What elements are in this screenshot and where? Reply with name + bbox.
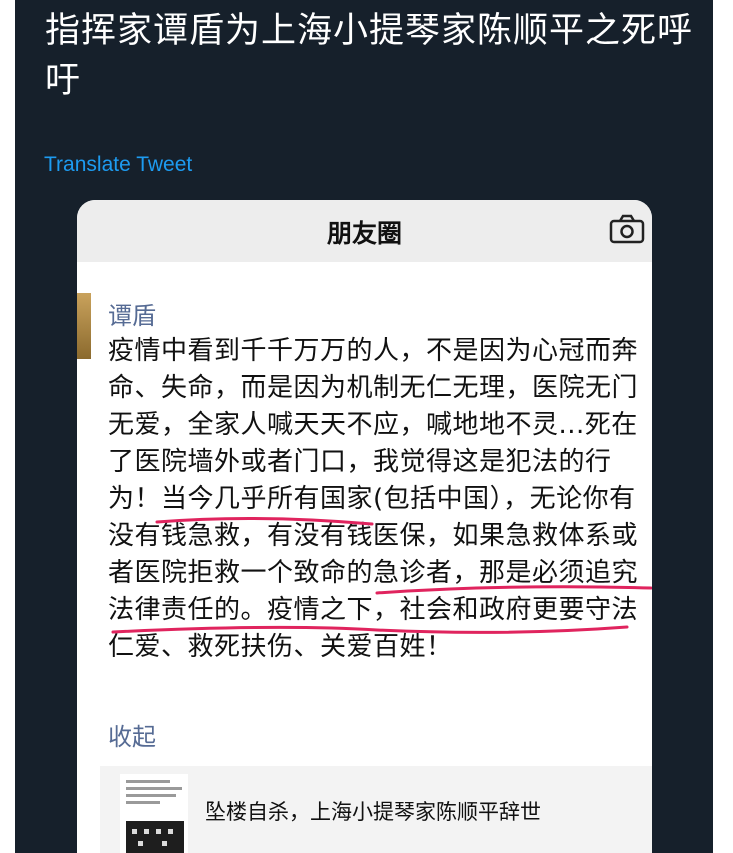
post-author[interactable]: 谭盾 (108, 296, 156, 331)
moments-header: 朋友圈 (77, 200, 652, 262)
embedded-screenshot: 朋友圈 谭盾 疫情中看到千千万万的人，不是因为心冠而奔命、失命，而是因为机制无仁… (77, 200, 652, 853)
camera-icon[interactable] (609, 214, 645, 244)
avatar[interactable] (77, 293, 91, 359)
translate-tweet-link[interactable]: Translate Tweet (44, 153, 192, 177)
shared-article-card[interactable]: 坠楼自杀，上海小提琴家陈顺平辞世 (100, 766, 652, 853)
article-thumbnail (120, 774, 188, 853)
tweet-text: 指挥家谭盾为上海小提琴家陈顺平之死呼吁 (45, 11, 694, 101)
post-body: 疫情中看到千千万万的人，不是因为心冠而奔命、失命，而是因为机制无仁无理，医院无门… (108, 336, 639, 662)
moments-title: 朋友圈 (326, 219, 402, 248)
collapse-link[interactable]: 收起 (108, 717, 156, 752)
article-title: 坠楼自杀，上海小提琴家陈顺平辞世 (205, 800, 541, 824)
